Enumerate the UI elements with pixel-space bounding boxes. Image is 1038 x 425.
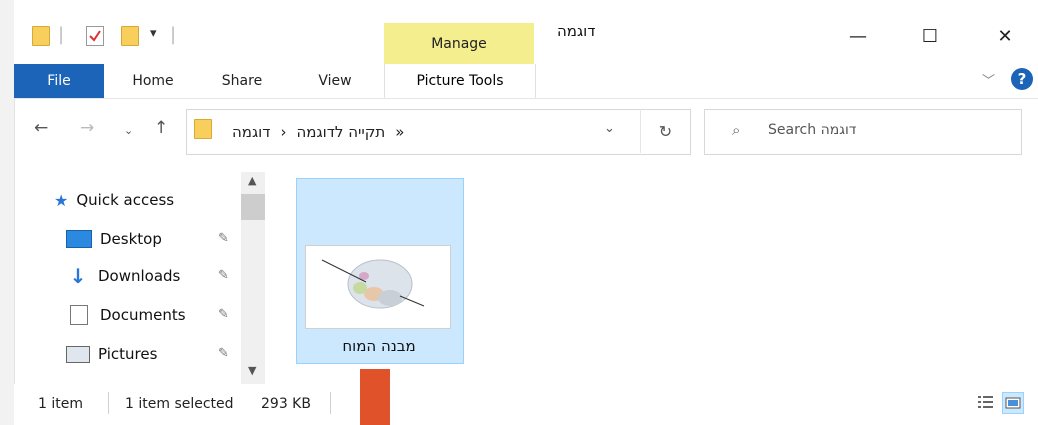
new-folder-icon[interactable] <box>121 26 139 46</box>
star-icon: ★ <box>54 190 69 210</box>
tab-home[interactable]: Home <box>122 64 184 98</box>
maximize-button[interactable]: ☐ <box>910 24 950 48</box>
search-icon: ⌕ <box>732 121 741 139</box>
tab-file[interactable]: File <box>14 64 104 98</box>
up-arrow-icon[interactable]: ↑ <box>154 118 168 138</box>
nav-item-label: Downloads <box>98 267 181 285</box>
breadcrumb-item-current[interactable]: דוגמה <box>232 123 270 141</box>
customize-qa-icon[interactable]: ▾ <box>150 26 157 41</box>
nav-quick-access-label: Quick access <box>76 191 175 209</box>
status-selected: 1 item selected <box>125 396 234 412</box>
minimize-icon: — <box>849 25 867 47</box>
pin-icon[interactable]: ✎ <box>218 231 229 246</box>
pin-icon[interactable]: ✎ <box>218 346 229 361</box>
nav-item-documents[interactable]: Documents <box>66 303 186 327</box>
nav-item-label: Documents <box>100 306 186 324</box>
pictures-icon <box>66 345 90 363</box>
brain-image-icon <box>321 259 425 309</box>
tab-picture-tools[interactable]: Picture Tools <box>384 64 536 98</box>
desktop-icon <box>66 230 92 248</box>
forward-arrow-icon[interactable]: → <box>80 118 94 138</box>
maximize-icon: ☐ <box>921 25 939 47</box>
details-view-icon <box>978 396 993 408</box>
minimize-button[interactable]: — <box>838 24 878 48</box>
nav-item-downloads[interactable]: ↓ Downloads <box>66 264 181 288</box>
pin-icon[interactable]: ✎ <box>218 307 229 322</box>
file-thumbnail <box>305 245 451 329</box>
status-separator <box>330 392 331 414</box>
details-view-button[interactable] <box>976 392 996 412</box>
address-folder-icon <box>194 119 212 139</box>
nav-item-desktop[interactable]: Desktop <box>66 227 162 251</box>
tab-view[interactable]: View <box>302 64 368 98</box>
breadcrumb-item-parent[interactable]: תקייה לדוגמה <box>296 123 385 141</box>
breadcrumb[interactable]: « תקייה לדוגמה ‹ דוגמה <box>232 123 404 141</box>
nav-item-label: Pictures <box>98 345 158 363</box>
pin-icon[interactable]: ✎ <box>218 268 229 283</box>
search-placeholder: Search דוגמה <box>768 122 857 138</box>
nav-quick-access[interactable]: ★ Quick access <box>54 188 174 212</box>
status-separator <box>108 392 109 414</box>
nav-item-pictures[interactable]: Pictures <box>66 342 157 366</box>
checkmark-icon <box>89 30 101 42</box>
breadcrumb-separator-icon: ‹ <box>280 123 287 141</box>
qa-separator: | <box>58 24 65 45</box>
properties-icon[interactable] <box>86 26 104 46</box>
search-input[interactable] <box>704 109 1022 155</box>
scroll-down-icon[interactable]: ▼ <box>248 364 256 377</box>
back-arrow-icon[interactable]: ← <box>34 118 48 138</box>
orange-marker <box>360 369 390 425</box>
folder-icon[interactable] <box>32 26 50 46</box>
scroll-up-icon[interactable]: ▲ <box>248 174 256 187</box>
download-icon: ↓ <box>69 264 87 288</box>
recent-locations-icon[interactable]: ⌄ <box>124 124 133 137</box>
large-icons-view-icon <box>1005 397 1021 409</box>
help-icon[interactable]: ? <box>1011 68 1033 90</box>
manage-tab[interactable]: Manage <box>384 23 534 64</box>
qa-separator: | <box>170 24 177 45</box>
refresh-icon: ↻ <box>658 121 673 141</box>
tab-share[interactable]: Share <box>210 64 274 98</box>
address-dropdown-icon[interactable]: ⌄ <box>604 121 615 136</box>
refresh-button[interactable]: ↻ <box>640 109 690 153</box>
close-button[interactable]: ✕ <box>985 24 1025 48</box>
close-icon: ✕ <box>997 25 1013 47</box>
documents-icon <box>70 305 88 325</box>
breadcrumb-overflow-icon[interactable]: « <box>395 123 404 141</box>
status-size: 293 KB <box>261 396 311 412</box>
large-icons-view-button[interactable] <box>1002 392 1024 414</box>
expand-ribbon-icon[interactable]: ﹀ <box>982 70 995 89</box>
file-name: מבנה המוח <box>342 337 416 355</box>
window-title: דוגמה <box>557 22 596 40</box>
background-window-edge <box>0 0 15 425</box>
status-item-count: 1 item <box>38 396 83 412</box>
nav-item-label: Desktop <box>100 230 162 248</box>
scroll-thumb[interactable] <box>241 194 265 220</box>
